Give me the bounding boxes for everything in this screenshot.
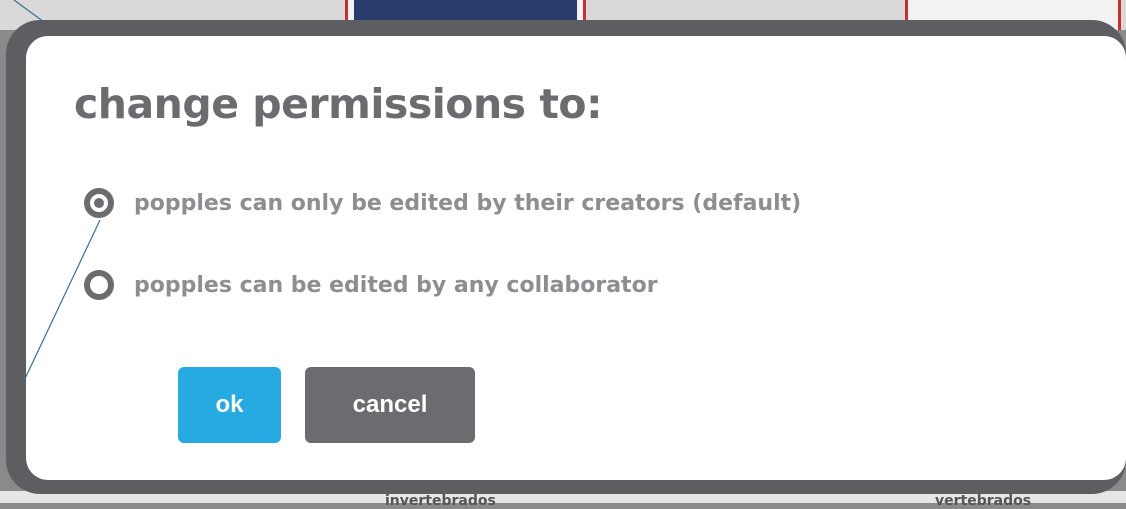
permissions-dialog-frame: change permissions to: popples can only … <box>6 20 1126 494</box>
radio-button-selected[interactable] <box>84 188 114 218</box>
radio-dot-icon <box>94 198 104 208</box>
option-creators-only[interactable]: popples can only be edited by their crea… <box>84 188 801 218</box>
ok-button[interactable]: ok <box>178 367 281 443</box>
option-any-collaborator[interactable]: popples can be edited by any collaborato… <box>84 270 658 300</box>
option-label: popples can only be edited by their crea… <box>134 190 802 216</box>
radio-button[interactable] <box>84 270 114 300</box>
background-label: vertebrados <box>935 493 1032 509</box>
background-label: invertebrados <box>385 493 496 509</box>
dialog-title: change permissions to: <box>74 80 603 128</box>
permissions-dialog: change permissions to: popples can only … <box>26 36 1126 480</box>
option-label: popples can be edited by any collaborato… <box>134 272 658 298</box>
cancel-button[interactable]: cancel <box>305 367 475 443</box>
